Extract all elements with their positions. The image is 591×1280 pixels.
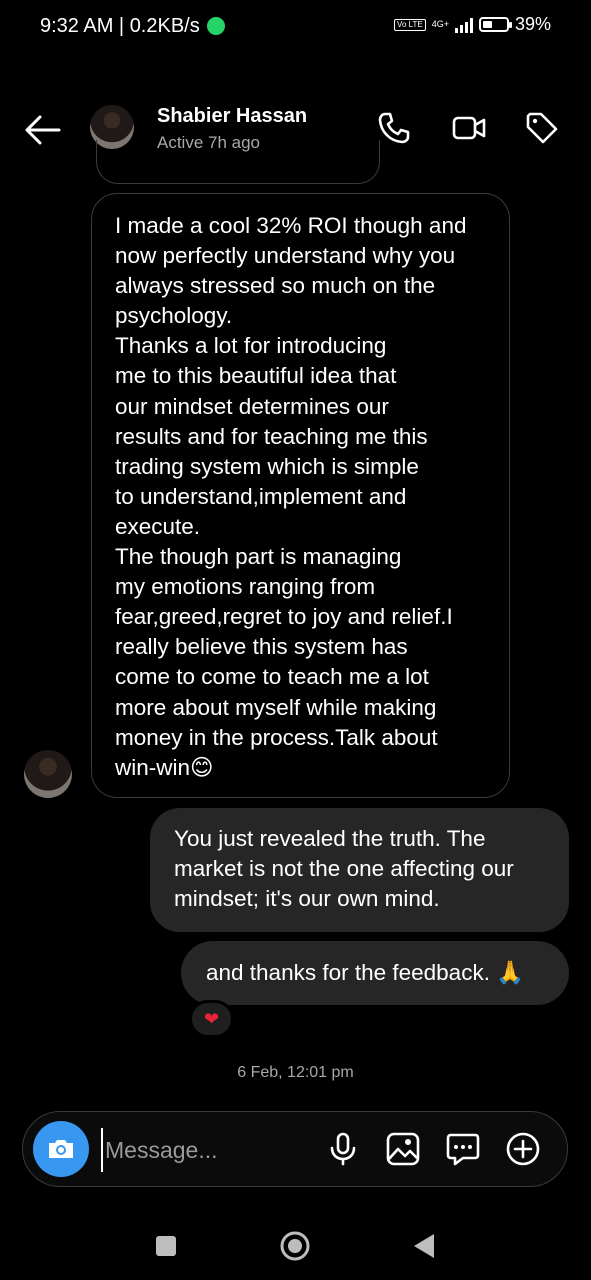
message-text: I made a cool 32% ROI though and now per…: [115, 213, 467, 780]
volte-badge: Vo LTE: [394, 18, 426, 31]
previous-message-bubble: [96, 140, 380, 184]
gallery-icon[interactable]: [385, 1131, 421, 1167]
outgoing-message-bubble[interactable]: and thanks for the feedback. 🙏: [181, 941, 569, 1005]
timestamp: 6 Feb, 12:01 pm: [237, 1064, 354, 1081]
battery-icon: [478, 17, 512, 32]
phone-icon[interactable]: [376, 110, 412, 146]
home-icon[interactable]: [277, 1228, 313, 1264]
incoming-message-bubble[interactable]: I made a cool 32% ROI though and now per…: [91, 193, 510, 798]
navigation-bar: [0, 1210, 591, 1280]
message-composer: [22, 1111, 568, 1187]
recents-icon[interactable]: [148, 1228, 184, 1264]
back-nav-icon[interactable]: [407, 1228, 443, 1264]
contact-name[interactable]: Shabier Hassan: [157, 105, 307, 128]
outgoing-message-bubble[interactable]: You just revealed the truth. The market …: [150, 808, 569, 932]
video-call-icon[interactable]: [451, 110, 487, 146]
microphone-icon[interactable]: [325, 1131, 361, 1167]
camera-button[interactable]: [33, 1121, 89, 1177]
heart-reaction[interactable]: ❤: [189, 1000, 234, 1038]
signal-icon: [454, 17, 473, 33]
battery-percent: 39%: [514, 14, 551, 34]
message-input[interactable]: [101, 1128, 307, 1172]
plus-icon[interactable]: [505, 1131, 541, 1167]
tag-icon[interactable]: [524, 110, 560, 146]
whatsapp-notification-icon: [207, 17, 225, 35]
network-type: 4G+: [431, 19, 449, 29]
sticker-icon[interactable]: [445, 1131, 481, 1167]
status-time: 9:32 AM | 0.2KB/s: [40, 15, 200, 37]
back-arrow-icon[interactable]: [22, 112, 62, 148]
status-right-group: Vo LTE 4G+ 39%: [394, 14, 551, 35]
camera-icon: [49, 1140, 73, 1158]
status-bar: 9:32 AM | 0.2KB/s Vo LTE 4G+ 39%: [0, 0, 591, 54]
sender-avatar[interactable]: [24, 750, 72, 798]
